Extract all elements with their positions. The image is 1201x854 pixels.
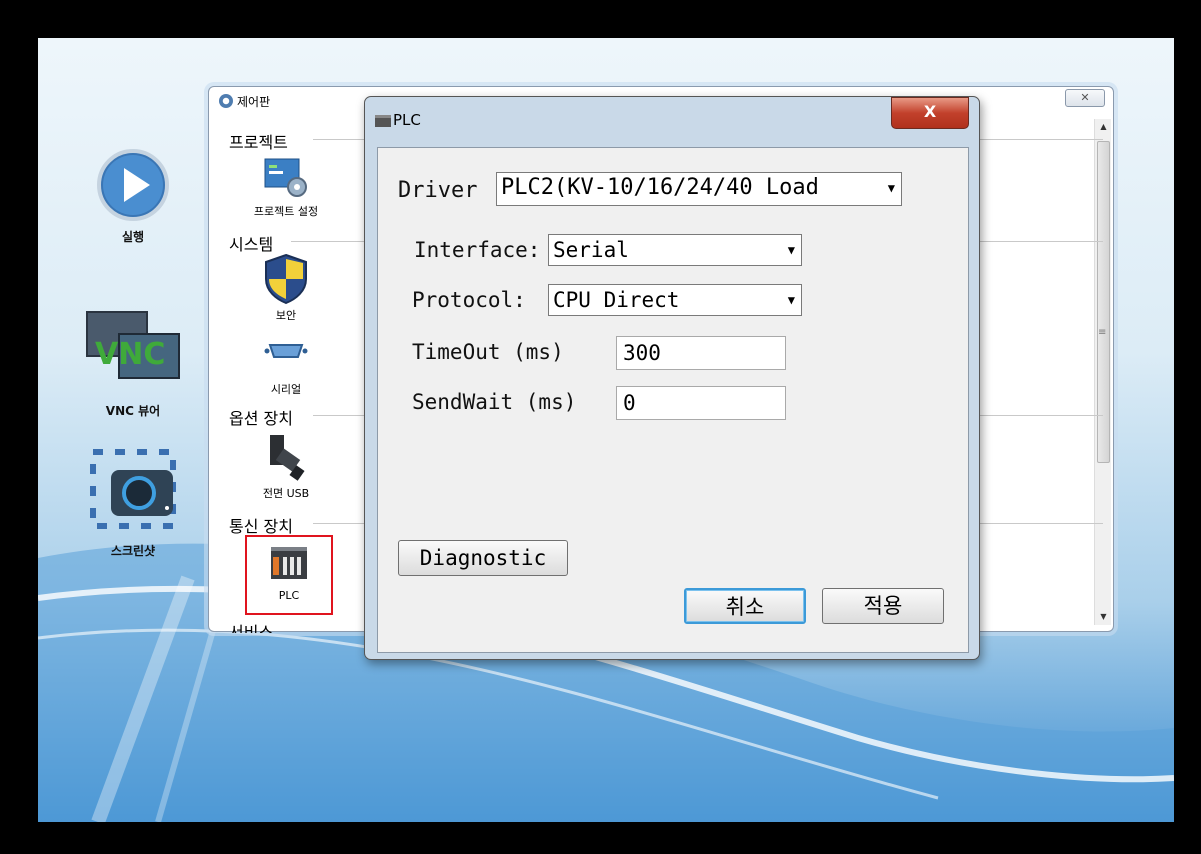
plc-dialog-title-icon <box>375 115 391 127</box>
control-panel-titlebar: 제어판 <box>219 93 270 110</box>
protocol-label: Protocol: <box>412 288 526 312</box>
control-panel-title: 제어판 <box>237 95 271 109</box>
driver-select-value: PLC2(KV-10/16/24/40 Load <box>501 175 819 200</box>
screenshot-label: 스크린샷 <box>110 544 156 558</box>
section-option-devices: 옵션 장치 <box>229 405 1103 429</box>
scroll-up-arrow-icon[interactable]: ▲ <box>1095 119 1112 135</box>
section-comm-devices: 통신 장치 <box>229 513 1103 537</box>
protocol-select-value: CPU Direct <box>553 288 680 312</box>
plc-icon <box>271 547 307 579</box>
control-panel-scrollbar[interactable]: ▲ ≡ ▼ <box>1094 119 1111 625</box>
scroll-down-arrow-icon[interactable]: ▼ <box>1095 609 1112 625</box>
vnc-viewer-label: VNC 뷰어 <box>105 404 161 418</box>
screenshot-shortcut[interactable]: 스크린샷 <box>68 446 198 559</box>
camera-icon <box>90 449 176 529</box>
timeout-label: TimeOut (ms) <box>412 340 564 364</box>
plc-dialog-close-button[interactable]: X <box>891 97 969 129</box>
timeout-input[interactable]: 300 <box>616 336 786 370</box>
apply-button[interactable]: 적용 <box>822 588 944 624</box>
cancel-button[interactable]: 취소 <box>684 588 806 624</box>
vnc-icon: VNC <box>86 311 180 379</box>
section-option-devices-label: 옵션 장치 <box>229 409 293 428</box>
section-system-label: 시스템 <box>229 235 274 254</box>
run-label: 실행 <box>121 230 145 244</box>
sendwait-label: SendWait (ms) <box>412 390 572 414</box>
plc-dialog-title: PLC <box>393 111 421 129</box>
control-panel-close-button[interactable]: ✕ <box>1065 89 1105 107</box>
diagnostic-button[interactable]: Diagnostic <box>398 540 568 576</box>
security-item[interactable]: 보안 <box>251 253 321 323</box>
section-project-label: 프로젝트 <box>229 133 288 152</box>
front-usb-item[interactable]: 전면 USB <box>251 433 321 501</box>
sendwait-input[interactable]: 0 <box>616 386 786 420</box>
project-settings-icon <box>264 158 307 197</box>
driver-label: Driver <box>398 178 478 203</box>
protocol-select[interactable]: CPU Direct ▼ <box>548 284 802 316</box>
plc-dialog: PLC X Driver PLC2(KV-10/16/24/40 Load ▼ … <box>364 96 980 660</box>
shield-icon <box>265 253 307 305</box>
serial-label: 시리얼 <box>270 383 302 396</box>
dropdown-arrow-icon: ▼ <box>887 181 895 195</box>
front-usb-label: 전면 USB <box>262 487 310 500</box>
plc-item-label: PLC <box>278 589 300 602</box>
desktop-screen: 실행 VNC VNC 뷰어 스크린샷 제어판 ✕ ▲ ≡ ▼ 프로젝트 프로젝트… <box>38 38 1174 822</box>
section-project: 프로젝트 <box>229 129 1103 153</box>
interface-label: Interface: <box>414 238 541 262</box>
control-panel-icon <box>219 94 233 108</box>
project-settings-item[interactable]: 프로젝트 설정 <box>241 157 331 219</box>
run-shortcut[interactable]: 실행 <box>68 148 198 245</box>
security-label: 보안 <box>275 309 297 322</box>
driver-select[interactable]: PLC2(KV-10/16/24/40 Load ▼ <box>496 172 902 206</box>
serial-item[interactable]: 시리얼 <box>251 341 321 397</box>
serial-port-icon <box>264 344 308 358</box>
scroll-grip-icon: ≡ <box>1098 327 1107 338</box>
plc-dialog-body: Driver PLC2(KV-10/16/24/40 Load ▼ Interf… <box>377 147 969 653</box>
plc-item[interactable]: PLC <box>245 535 333 615</box>
section-services-label: 서비스 <box>229 623 274 633</box>
dropdown-arrow-icon: ▼ <box>787 293 795 307</box>
play-icon <box>97 149 169 221</box>
section-services: 서비스 <box>229 619 273 633</box>
interface-select-value: Serial <box>553 238 629 262</box>
vnc-viewer-shortcut[interactable]: VNC VNC 뷰어 <box>68 308 198 419</box>
vnc-logo-text: VNC <box>95 337 165 372</box>
project-settings-label: 프로젝트 설정 <box>253 205 319 218</box>
usb-plug-icon <box>270 435 305 481</box>
section-system: 시스템 <box>229 231 1103 255</box>
dropdown-arrow-icon: ▼ <box>787 243 795 257</box>
section-comm-devices-label: 통신 장치 <box>229 517 293 536</box>
interface-select[interactable]: Serial ▼ <box>548 234 802 266</box>
